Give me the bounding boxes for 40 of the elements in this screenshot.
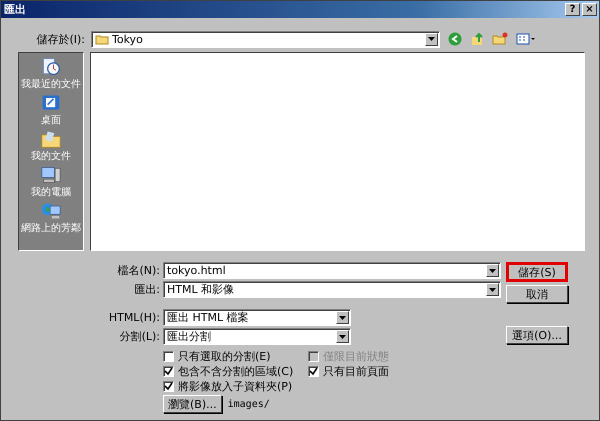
file-name-label: 檔名(N):: [116, 263, 160, 278]
folder-icon: [40, 129, 62, 149]
cancel-button[interactable]: 取消: [506, 285, 568, 303]
view-menu-icon[interactable]: [516, 32, 536, 46]
checkbox[interactable]: [308, 366, 319, 376]
checkbox-label: 將影像放入子資料夾(P): [178, 378, 292, 394]
close-button[interactable]: ×: [582, 3, 597, 16]
export-dropdown[interactable]: HTML 和影像: [163, 281, 501, 298]
export-label: 匯出:: [133, 282, 160, 297]
places-item[interactable]: 網路上的芳鄰: [21, 201, 81, 235]
save-in-label: 儲存於(I):: [35, 32, 85, 46]
clock-document-icon: [40, 57, 62, 77]
places-item[interactable]: 我最近的文件: [21, 57, 81, 91]
back-icon[interactable]: [448, 32, 462, 46]
file-name-field[interactable]: tokyo.html: [163, 262, 501, 279]
globe-computer-icon: [40, 201, 62, 221]
new-folder-icon[interactable]: [492, 32, 508, 46]
computer-icon: [40, 165, 62, 185]
slices-dropdown[interactable]: 匯出分割: [163, 328, 351, 345]
html-label: HTML(H):: [108, 311, 160, 324]
checkbox[interactable]: [163, 380, 174, 392]
checkbox-label: 只有選取的分割(E): [178, 348, 271, 364]
help-button[interactable]: ?: [565, 3, 580, 16]
slices-label: 分割(L):: [118, 329, 160, 344]
checkbox-label: 包含不含分割的區域(C): [178, 364, 294, 378]
checkbox[interactable]: [163, 350, 174, 362]
window-title: 匯出: [4, 2, 27, 17]
checkbox-label: 只有目前頁面: [323, 364, 389, 378]
places-item[interactable]: 我的文件: [31, 129, 71, 163]
save-button[interactable]: 儲存(S): [506, 262, 568, 282]
places-item[interactable]: 桌面: [40, 93, 62, 127]
browse-button[interactable]: 瀏覽(B)...: [163, 395, 222, 413]
folder-icon: [95, 34, 109, 44]
places-item[interactable]: 我的電腦: [31, 165, 71, 199]
checkbox[interactable]: [163, 366, 174, 376]
folder-path: images/: [228, 398, 270, 410]
save-in-dropdown[interactable]: Tokyo: [91, 30, 440, 48]
options-button[interactable]: 選項(O)...: [506, 326, 568, 344]
checkbox-label: 僅限目前狀態: [323, 348, 389, 364]
html-dropdown[interactable]: 匯出 HTML 檔案: [163, 309, 351, 326]
